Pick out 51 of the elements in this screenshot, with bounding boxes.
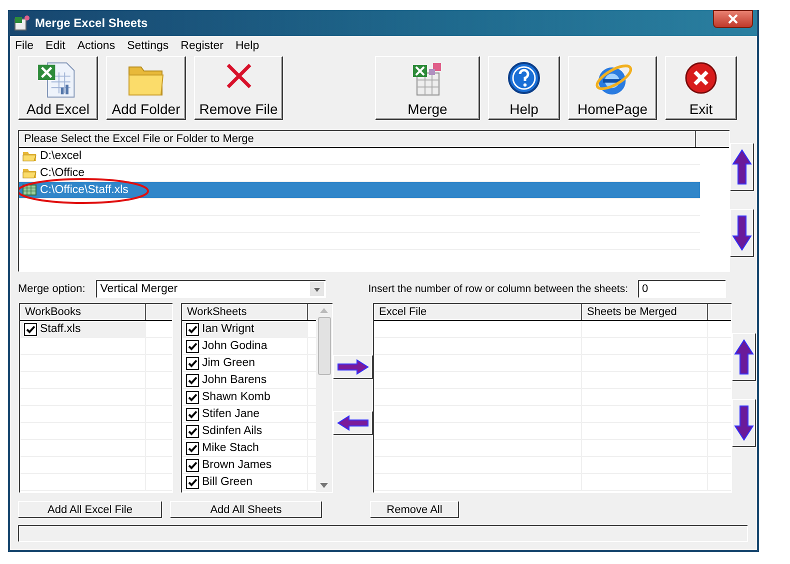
worksheet-name: John Godina	[202, 340, 268, 352]
worksheet-name: Brown James	[202, 459, 272, 471]
column-header: WorkSheets	[182, 304, 308, 320]
worksheet-row[interactable]: Jim Green	[182, 355, 316, 372]
worksheet-name: Bill Green	[202, 476, 252, 488]
column-header: Sheets be Merged	[582, 304, 708, 320]
toolbar-button[interactable]: HomePage	[568, 56, 657, 120]
toolbar-button[interactable]: Add Excel	[18, 56, 98, 120]
menu-item[interactable]: Settings	[127, 40, 169, 52]
merge-option-dropdown[interactable]: Vertical Merger	[96, 280, 326, 298]
worksheet-name: Shawn Komb	[202, 391, 270, 403]
action-button[interactable]: Add All Sheets	[170, 501, 322, 518]
worksheet-name: Mike Stach	[202, 442, 259, 454]
column-header: Please Select the Excel File or Folder to Merge	[19, 131, 696, 147]
worksheet-row[interactable]: John Barens	[182, 372, 316, 389]
window-title: Merge Excel Sheets	[35, 16, 149, 30]
spacing-label: Insert the number of row or column between the sheets:	[368, 283, 628, 295]
column-header: WorkBooks	[20, 304, 146, 320]
toolbar-button[interactable]: Remove File	[194, 56, 283, 120]
menu-item[interactable]: Help	[235, 40, 260, 52]
worksheet-name: Ian Wrignt	[202, 323, 254, 335]
file-path: C:\Office	[40, 167, 85, 179]
worksheet-name: John Barens	[202, 374, 267, 386]
spacing-input-field[interactable]: 0	[638, 280, 726, 298]
file-row[interactable]: D:\excel	[19, 148, 700, 165]
action-button[interactable]: Add All Excel File	[18, 501, 162, 518]
worksheet-row[interactable]: Brown James	[182, 457, 316, 474]
worksheet-name: Jim Green	[202, 357, 256, 369]
merge-option-label: Merge option:	[18, 283, 86, 295]
worksheet-row[interactable]: Mike Stach	[182, 440, 316, 457]
column-header: Excel File	[374, 304, 582, 320]
toolbar-button[interactable]: Merge	[375, 56, 480, 120]
workbook-name: Staff.xls	[40, 323, 81, 335]
file-path: C:\Office\Staff.xls	[40, 184, 128, 196]
menu-item[interactable]: File	[15, 40, 34, 52]
worksheet-row[interactable]: Sdinfen Ails	[182, 423, 316, 440]
menu-item[interactable]: Edit	[46, 40, 66, 52]
toolbar-button[interactable]: Help	[488, 56, 560, 120]
toolbar-button[interactable]: Exit	[665, 56, 737, 120]
worksheet-row[interactable]: John Godina	[182, 338, 316, 355]
worksheet-name: Sdinfen Ails	[202, 425, 262, 437]
worksheet-row[interactable]: Shawn Komb	[182, 389, 316, 406]
menu-item[interactable]: Register	[180, 40, 224, 52]
worksheet-name: Stifen Jane	[202, 408, 260, 420]
file-path: D:\excel	[40, 150, 82, 162]
file-row[interactable]: C:\Office\Staff.xls	[19, 182, 700, 199]
action-button[interactable]: Remove All	[370, 501, 459, 518]
worksheet-row[interactable]: Bill Green	[182, 474, 316, 491]
toolbar-button[interactable]: Add Folder	[106, 56, 186, 120]
worksheet-row[interactable]: Stifen Jane	[182, 406, 316, 423]
menu-item[interactable]: Actions	[77, 40, 116, 52]
